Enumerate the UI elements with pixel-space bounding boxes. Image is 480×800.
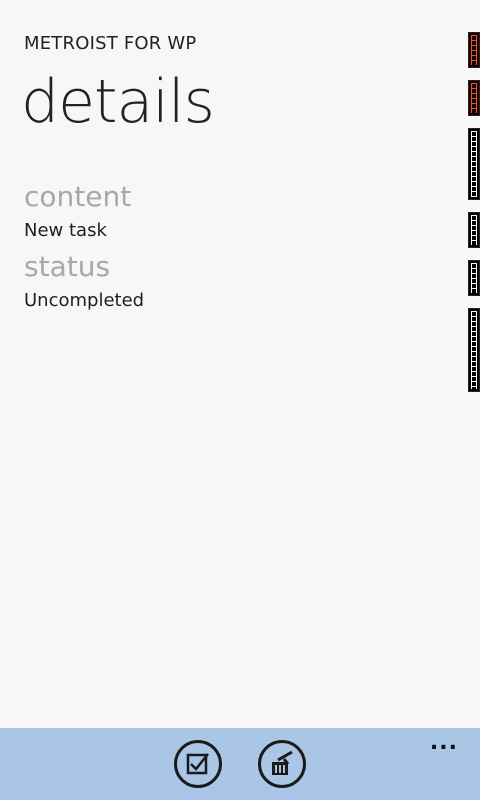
application-bar: ... [0,728,480,800]
content-label: content [24,180,132,213]
page-title: details [21,67,215,137]
status-value: Uncompleted [24,290,145,311]
app-title: METROIST FOR WP [24,33,197,54]
complete-task-button[interactable] [174,740,222,788]
status-label: status [24,250,111,283]
frame-rate-counter [468,308,480,392]
more-menu-ellipsis[interactable]: ... [430,732,458,754]
details-screen: METROIST FOR WP details content New task… [0,0,480,800]
frame-rate-counter [468,212,480,248]
delete-task-button[interactable] [258,740,306,788]
delete-trash-icon [272,750,293,775]
frame-rate-counter [468,32,480,68]
frame-rate-counter [468,128,480,200]
complete-checkbox-icon [186,753,209,775]
frame-rate-counter [468,80,480,116]
frame-rate-counter [468,260,480,296]
content-value: New task [24,220,107,241]
